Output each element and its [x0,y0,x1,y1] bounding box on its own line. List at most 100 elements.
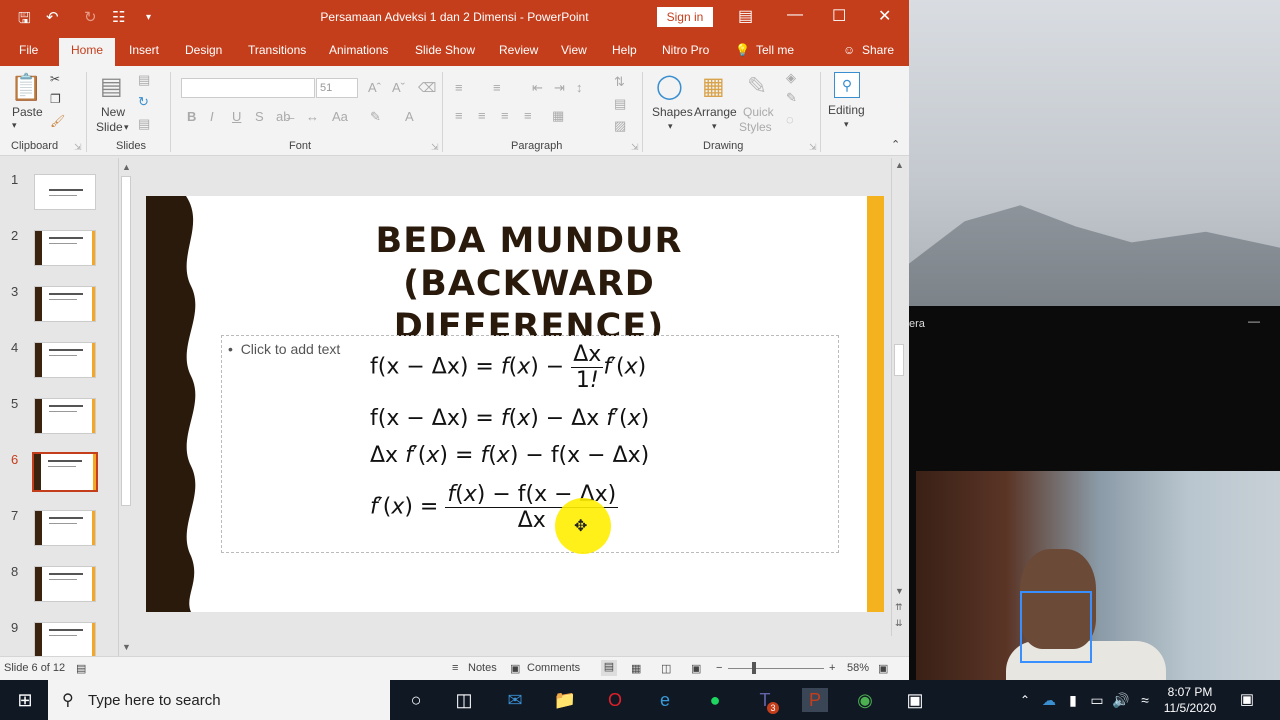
zoom-in-icon[interactable]: + [829,662,835,674]
powerpoint-icon[interactable]: P [802,688,828,712]
ribbon-display-options-icon[interactable]: ▤ [738,6,753,26]
tab-transitions[interactable]: Transitions [248,43,306,57]
tab-design[interactable]: Design [185,43,222,57]
quick-styles-icon[interactable]: ✎ [747,72,767,101]
section-icon[interactable]: ▤ [138,116,150,132]
next-slide-icon[interactable]: ⇊ [895,618,903,629]
strikethrough-icon[interactable]: ab̶ [276,109,290,124]
reset-icon[interactable]: ↻ [138,94,149,110]
tab-slide-show[interactable]: Slide Show [415,43,475,57]
thumbnails-scrollbar[interactable]: ▲ ▼ [118,158,132,656]
slide-thumbnail-4[interactable] [34,342,96,378]
scroll-down-icon[interactable]: ▼ [122,642,131,652]
columns-icon[interactable]: ▦ [552,108,564,124]
paste-chevron-down-icon[interactable]: ▾ [12,120,17,131]
line-spacing-icon[interactable]: ↕ [576,80,583,95]
canvas-scrollbar[interactable]: ▲ ▼ ⇈ ⇊ [891,158,905,636]
slide-thumbnail-5[interactable] [34,398,96,434]
editing-chevron-down-icon[interactable]: ▾ [844,119,849,130]
bullets-icon[interactable]: ≡ [455,80,463,95]
bold-icon[interactable]: B [187,109,196,124]
edge-icon[interactable]: e [652,688,678,712]
notes-button[interactable]: Notes [468,662,497,674]
shapes-button[interactable]: Shapes [652,105,693,119]
file-explorer-icon[interactable]: 📁 [552,688,578,712]
previous-slide-icon[interactable]: ⇈ [895,602,903,613]
decrease-indent-icon[interactable]: ⇤ [532,80,543,96]
minimize-button[interactable]: — [787,6,803,24]
equation-image[interactable]: f(x − Δx) = f(x) − Δx 1! f′(x) f(x − Δx) =… [366,336,664,544]
arrange-icon[interactable]: ▦ [702,72,725,101]
tab-insert[interactable]: Insert [129,43,159,57]
shapes-icon[interactable]: ◯ [656,72,683,101]
decrease-font-icon[interactable]: Aˇ [392,80,405,95]
slide-thumbnail-2[interactable] [34,230,96,266]
zoom-slider[interactable] [728,668,824,669]
new-slide-label[interactable]: New [101,105,125,119]
change-case-icon[interactable]: Aa [332,109,348,124]
windows-start-icon[interactable]: ⊞ [12,688,38,712]
search-icon[interactable]: ⚲ [834,72,860,98]
show-hidden-icons-icon[interactable]: ⌃ [1012,688,1038,712]
shape-fill-icon[interactable]: ◈ [786,70,796,86]
slide-6[interactable]: BEDA MUNDUR (BACKWARD DIFFERENCE) • Clic… [146,196,884,612]
smartart-icon[interactable]: ▨ [614,118,626,134]
highlight-icon[interactable]: ✎ [370,109,381,125]
paragraph-launcher-icon[interactable]: ⇲ [631,142,639,153]
wifi-icon[interactable]: ≈ [1132,688,1158,712]
camera-minimize-button[interactable]: — [1248,314,1260,328]
tab-help[interactable]: Help [612,43,637,57]
opera-icon[interactable]: O [602,688,628,712]
shape-outline-icon[interactable]: ✎ [786,90,797,106]
font-color-icon[interactable]: A [405,109,414,124]
align-center-icon[interactable]: ≡ [478,108,486,123]
tab-animations[interactable]: Animations [329,43,388,57]
paste-button[interactable]: Paste [12,105,43,119]
usb-icon[interactable]: ▮ [1060,688,1086,712]
quick-styles-label-2[interactable]: Styles [739,120,772,134]
copy-icon[interactable]: ❐ [50,92,61,106]
increase-indent-icon[interactable]: ⇥ [554,80,565,96]
new-slide-icon[interactable]: ▤ [100,72,123,101]
slide-thumbnail-9[interactable] [34,622,96,658]
content-placeholder[interactable]: • Click to add text f(x − Δx) = f(x) − Δ… [221,335,839,553]
arrange-button[interactable]: Arrange [694,105,737,119]
close-button[interactable]: ✕ [878,6,891,26]
slide-thumbnail-3[interactable] [34,286,96,322]
new-slide-chevron-down-icon[interactable]: ▾ [124,122,129,133]
slide-sorter-icon[interactable]: ▦ [631,662,641,675]
drawing-launcher-icon[interactable]: ⇲ [809,142,817,153]
slide-thumbnail-8[interactable] [34,566,96,602]
battery-icon[interactable]: ▭ [1084,688,1110,712]
paste-icon[interactable]: 📋 [10,72,42,103]
shadow-icon[interactable]: S [255,109,264,124]
shapes-chevron-down-icon[interactable]: ▾ [668,121,673,132]
maximize-button[interactable]: ☐ [832,6,846,26]
layout-icon[interactable]: ▤ [138,72,150,88]
cut-icon[interactable]: ✂ [50,72,60,86]
tell-me-search[interactable]: Tell me [756,43,794,57]
collapse-ribbon-icon[interactable]: ⌃ [891,138,900,151]
quick-styles-label[interactable]: Quick [743,105,774,119]
slide-thumbnail-6[interactable] [32,452,98,492]
slide-thumbnail-7[interactable] [34,510,96,546]
italic-icon[interactable]: I [210,109,214,124]
zoom-slider-thumb[interactable] [752,662,756,674]
tab-review[interactable]: Review [499,43,538,57]
comments-button[interactable]: Comments [527,662,580,674]
font-name-input[interactable] [181,78,315,98]
align-left-icon[interactable]: ≡ [455,108,463,123]
tab-nitro-pro[interactable]: Nitro Pro [662,43,709,57]
reading-view-icon[interactable]: ◫ [661,662,671,675]
canvas-scroll-thumb[interactable] [894,344,904,376]
fit-to-window-icon[interactable]: ▣ [878,662,888,675]
format-painter-icon[interactable]: 🖌 [50,114,65,128]
editing-button[interactable]: Editing [828,103,865,117]
scroll-up-icon[interactable]: ▲ [895,160,904,170]
character-spacing-icon[interactable]: ↔ [306,109,319,124]
camera-app-icon[interactable]: ▣ [902,688,928,712]
spotify-icon[interactable]: ● [702,688,728,712]
align-text-icon[interactable]: ▤ [614,96,626,112]
numbering-icon[interactable]: ≡ [493,80,501,95]
zoom-out-icon[interactable]: − [716,662,722,674]
